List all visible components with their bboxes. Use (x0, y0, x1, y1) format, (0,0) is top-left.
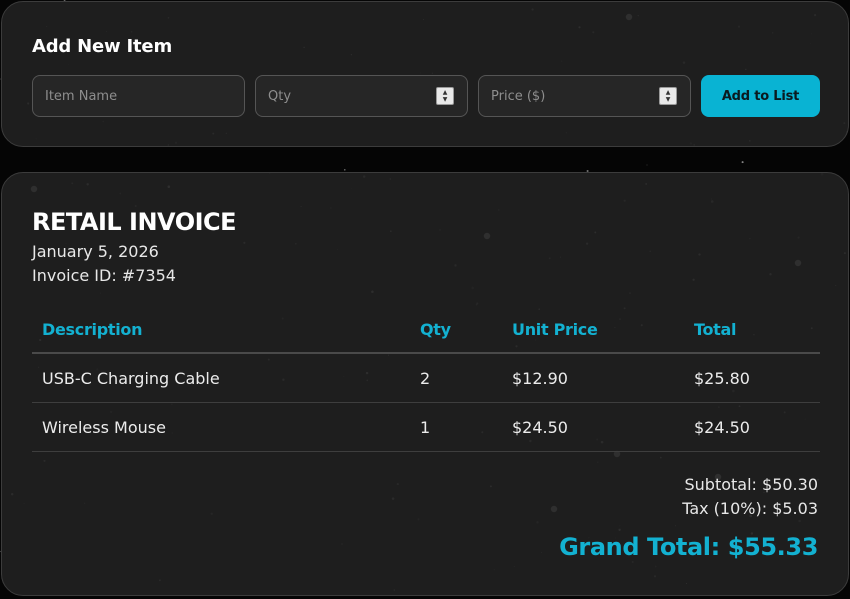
column-header-qty: Qty (410, 307, 502, 354)
item-total: $24.50 (684, 402, 820, 452)
invoice-items-table: Description Qty Unit Price Total USB-C C… (32, 307, 820, 452)
subtotal: Subtotal: $50.30 (684, 475, 819, 494)
invoice-id: Invoice ID: #7354 (32, 266, 176, 285)
table-header-row: Description Qty Unit Price Total (32, 307, 820, 354)
column-header-description: Description (32, 307, 410, 354)
grand-total: Grand Total: $55.33 (559, 533, 818, 561)
qty-stepper[interactable]: ▲ ▼ (436, 87, 454, 105)
add-to-list-button[interactable]: Add to List (701, 75, 820, 117)
item-qty: 1 (410, 402, 502, 452)
item-qty: 2 (410, 353, 502, 403)
item-name-input[interactable] (32, 75, 245, 117)
column-header-total: Total (684, 307, 820, 354)
add-item-title: Add New Item (32, 36, 173, 57)
stepper-down-icon[interactable]: ▼ (666, 96, 671, 103)
item-unit-price: $12.90 (502, 353, 684, 403)
stepper-down-icon[interactable]: ▼ (443, 96, 448, 103)
column-header-unit-price: Unit Price (502, 307, 684, 354)
add-item-panel: Add New Item ▲ ▼ ▲ ▼ Add to List (1, 1, 849, 147)
table-row: USB-C Charging Cable 2 $12.90 $25.80 (32, 353, 820, 403)
item-total: $25.80 (684, 353, 820, 403)
stepper-up-icon[interactable]: ▲ (666, 89, 671, 96)
invoice-panel: RETAIL INVOICE January 5, 2026 Invoice I… (1, 172, 849, 596)
item-description: Wireless Mouse (32, 402, 410, 452)
invoice-date: January 5, 2026 (32, 242, 159, 261)
price-stepper[interactable]: ▲ ▼ (659, 87, 677, 105)
item-description: USB-C Charging Cable (32, 353, 410, 403)
table-row: Wireless Mouse 1 $24.50 $24.50 (32, 402, 820, 452)
item-unit-price: $24.50 (502, 402, 684, 452)
invoice-title: RETAIL INVOICE (32, 208, 237, 236)
stepper-up-icon[interactable]: ▲ (443, 89, 448, 96)
tax: Tax (10%): $5.03 (682, 499, 818, 518)
